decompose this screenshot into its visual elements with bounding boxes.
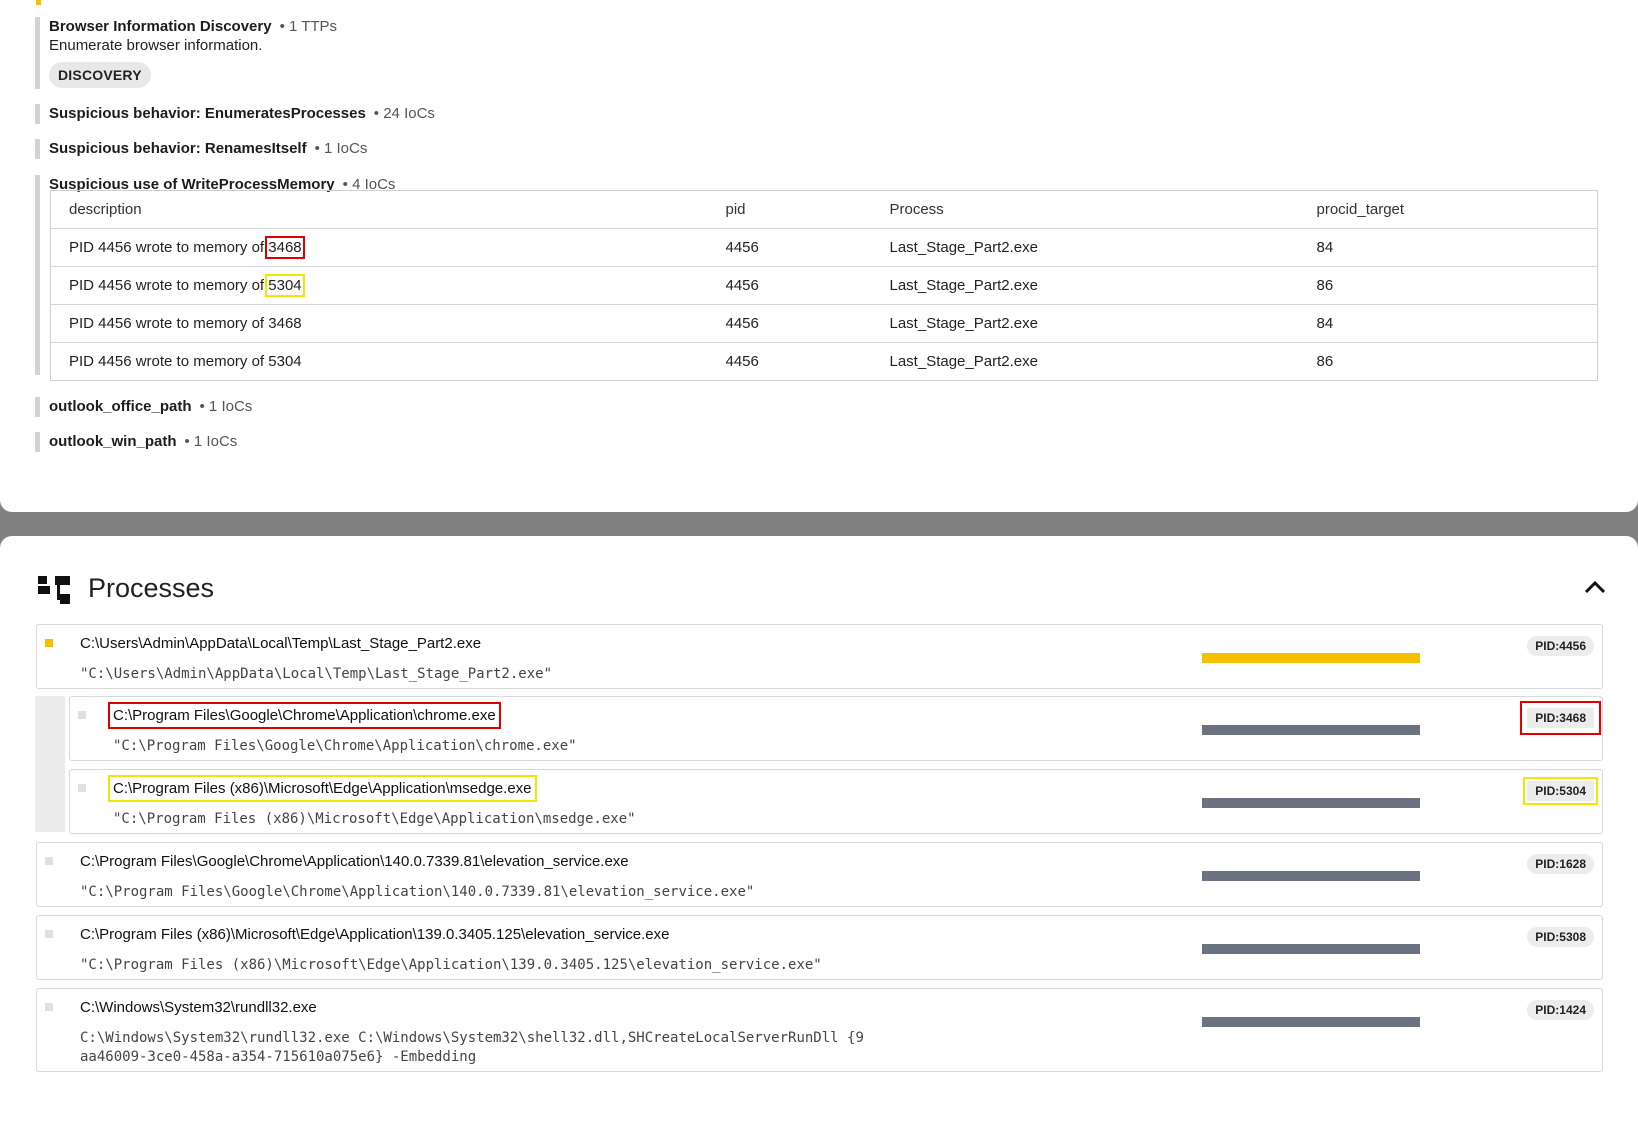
table-row: PID 4456 wrote to memory of 3468 4456 La… — [50, 228, 1598, 267]
table-row: PID 4456 wrote to memory of 5304 4456 La… — [50, 266, 1598, 305]
process-timeline-bar — [1202, 871, 1420, 881]
process-timeline-bar — [1202, 798, 1420, 808]
cell-pid: 4456 — [725, 353, 759, 370]
cell-description: PID 4456 wrote to memory of 3468 — [50, 304, 708, 343]
cell-process: Last_Stage_Part2.exe — [889, 353, 1038, 370]
process-status-indicator — [78, 784, 86, 792]
process-command-line: "C:\Users\Admin\AppData\Local\Temp\Last_… — [80, 666, 553, 682]
behavior-count: • 1 IoCs — [199, 398, 253, 415]
description-text: PID 4456 wrote to memory of — [69, 239, 265, 256]
pid-badge: PID:1424 — [1527, 1000, 1594, 1020]
process-command-line: C:\Windows\System32\rundll32.exe C:\Wind… — [80, 1030, 864, 1065]
target-pid: 3468 — [268, 315, 302, 332]
process-path: C:\Program Files\Google\Chrome\Applicati… — [108, 702, 501, 729]
column-header-process: Process — [871, 190, 1299, 229]
cell-procid-target: 86 — [1316, 353, 1334, 370]
process-path: C:\Users\Admin\AppData\Local\Temp\Last_S… — [80, 635, 482, 652]
column-header-pid: pid — [707, 190, 872, 229]
pid-badge: PID:4456 — [1527, 636, 1594, 656]
tactic-tag[interactable]: DISCOVERY — [49, 62, 151, 88]
process-status-indicator — [45, 639, 53, 647]
pid-badge: PID:1628 — [1527, 854, 1594, 874]
cell-description: PID 4456 wrote to memory of 5304 — [51, 343, 708, 381]
process-command-line: "C:\Program Files (x86)\Microsoft\Edge\A… — [113, 811, 636, 827]
cell-pid: 4456 — [707, 304, 872, 343]
severity-marker — [36, 0, 41, 5]
cell-procid-target: 84 — [1298, 304, 1598, 343]
pid-badge: PID:3468 — [1520, 701, 1601, 735]
cell-pid: 4456 — [707, 228, 872, 267]
behavior-name: Suspicious behavior: RenamesItself — [49, 140, 307, 157]
process-item[interactable]: C:\Program Files (x86)\Microsoft\Edge\Ap… — [69, 769, 1603, 834]
section-title: Processes — [88, 573, 215, 603]
cell-procid-target: 84 — [1298, 228, 1598, 267]
behavior-count: • 1 IoCs — [314, 140, 368, 157]
cell-description: PID 4456 wrote to memory of 3468 — [50, 228, 708, 267]
process-command-line: "C:\Program Files\Google\Chrome\Applicat… — [80, 884, 755, 900]
column-header-description: description — [50, 190, 708, 229]
process-item[interactable]: C:\Program Files\Google\Chrome\Applicati… — [69, 696, 1603, 761]
cell-description: PID 4456 wrote to memory of 5304 — [50, 266, 708, 305]
description-text: PID 4456 wrote to memory of — [69, 353, 265, 370]
process-timeline-bar — [1202, 1017, 1420, 1027]
process-command-line: "C:\Program Files\Google\Chrome\Applicat… — [113, 738, 577, 754]
behavior-description: Enumerate browser information. — [49, 37, 263, 54]
process-status-indicator — [45, 930, 53, 938]
pid-badge: PID:5308 — [1527, 927, 1594, 947]
process-status-indicator — [45, 857, 53, 865]
process-path: C:\Program Files (x86)\Microsoft\Edge\Ap… — [80, 926, 670, 943]
behavior-name: outlook_win_path — [49, 433, 177, 450]
processes-panel: Processes C:\Users\Admin\AppData\Local\T… — [0, 536, 1638, 1136]
cell-process: Last_Stage_Part2.exe — [871, 266, 1299, 305]
chevron-up-icon[interactable] — [1584, 580, 1606, 594]
process-item[interactable]: C:\Users\Admin\AppData\Local\Temp\Last_S… — [36, 624, 1603, 689]
process-item[interactable]: C:\Program Files\Google\Chrome\Applicati… — [36, 842, 1603, 907]
table-row: PID 4456 wrote to memory of 3468 4456 La… — [50, 304, 1598, 343]
behavior-name: Suspicious behavior: EnumeratesProcesses — [49, 105, 366, 122]
signatures-panel: Browser Information Discovery • 1 TTPs En… — [0, 0, 1638, 512]
process-status-indicator — [78, 711, 86, 719]
cell-pid: 4456 — [707, 266, 872, 305]
process-command-line: "C:\Program Files (x86)\Microsoft\Edge\A… — [80, 957, 822, 973]
behavior-name: outlook_office_path — [49, 398, 192, 415]
process-timeline-bar — [1202, 725, 1420, 735]
process-status-indicator — [45, 1003, 53, 1011]
child-process-rail — [35, 696, 65, 832]
behavior-count: • 1 TTPs — [279, 18, 338, 35]
process-timeline-bar — [1202, 944, 1420, 954]
behavior-enumerates-processes[interactable]: Suspicious behavior: EnumeratesProcesses… — [35, 104, 435, 124]
process-tree-icon — [38, 576, 70, 604]
column-header-procid-target: procid_target — [1298, 190, 1598, 229]
ioc-table: description pid Process procid_target PI… — [50, 190, 1598, 381]
process-timeline-bar — [1202, 653, 1420, 663]
pid-badge: PID:5304 — [1523, 777, 1598, 805]
table-row: PID 4456 wrote to memory of 5304 4456 La… — [51, 343, 1598, 381]
target-pid-highlight: 3468 — [265, 236, 305, 259]
description-text: PID 4456 wrote to memory of — [69, 277, 265, 294]
process-path: C:\Program Files (x86)\Microsoft\Edge\Ap… — [108, 775, 537, 802]
cell-procid-target: 86 — [1298, 266, 1598, 305]
behavior-outlook-office-path[interactable]: outlook_office_path • 1 IoCs — [35, 397, 252, 417]
behavior-name: Browser Information Discovery — [49, 18, 272, 35]
description-text: PID 4456 wrote to memory of — [69, 315, 265, 332]
target-pid: 5304 — [268, 353, 302, 370]
process-path: C:\Program Files\Google\Chrome\Applicati… — [80, 853, 629, 870]
process-item[interactable]: C:\Program Files (x86)\Microsoft\Edge\Ap… — [36, 915, 1603, 980]
behavior-count: • 24 IoCs — [373, 105, 435, 122]
behavior-browser-info-discovery[interactable]: Browser Information Discovery • 1 TTPs En… — [35, 17, 337, 89]
target-pid-highlight: 5304 — [265, 274, 305, 297]
cell-process: Last_Stage_Part2.exe — [871, 228, 1299, 267]
behavior-renames-itself[interactable]: Suspicious behavior: RenamesItself • 1 Io… — [35, 139, 367, 159]
process-item[interactable]: C:\Windows\System32\rundll32.exe C:\Wind… — [36, 988, 1603, 1072]
table-header-row: description pid Process procid_target — [50, 190, 1598, 229]
cell-process: Last_Stage_Part2.exe — [871, 304, 1299, 343]
process-path: C:\Windows\System32\rundll32.exe — [80, 999, 317, 1016]
behavior-count: • 1 IoCs — [184, 433, 238, 450]
behavior-outlook-win-path[interactable]: outlook_win_path • 1 IoCs — [35, 432, 237, 452]
